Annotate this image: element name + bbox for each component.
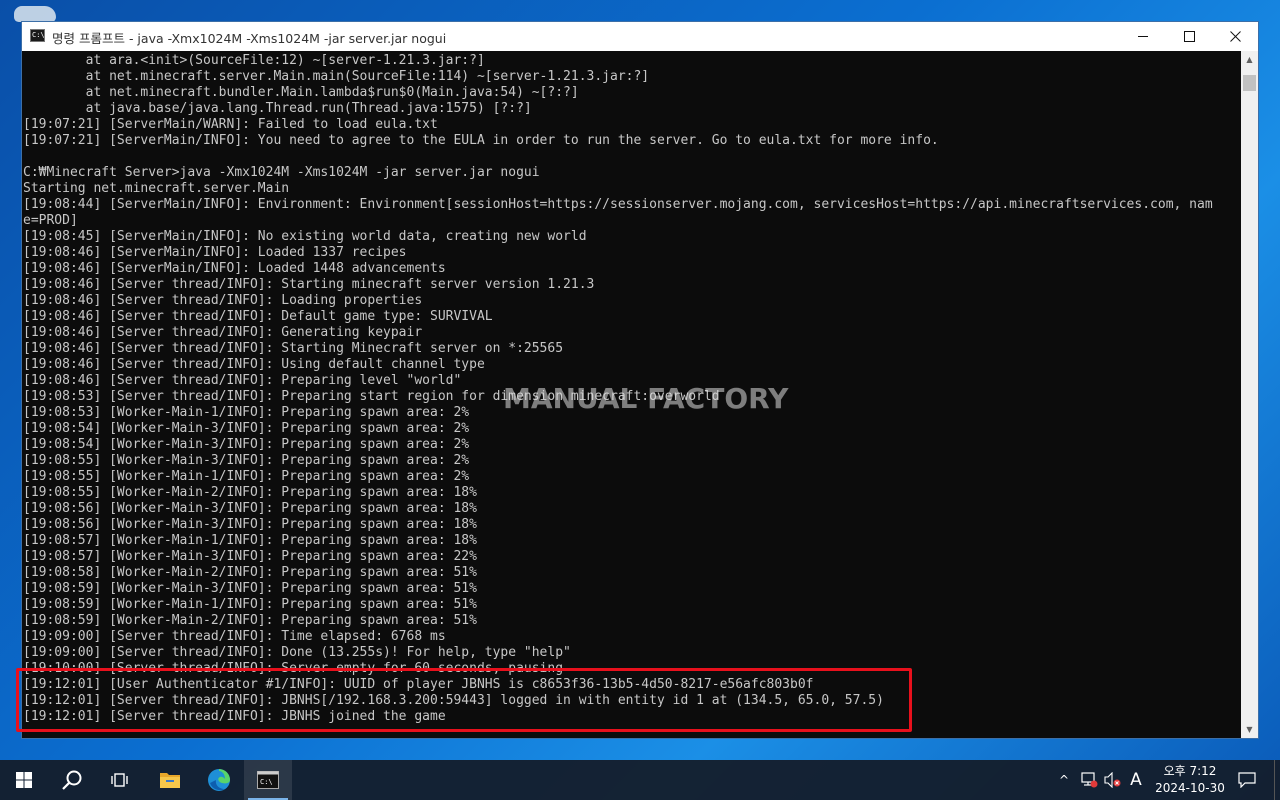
search-button[interactable] bbox=[48, 760, 96, 800]
watermark: MANUAL FACTORY bbox=[503, 382, 789, 415]
clock[interactable]: 오후 7:12 2024-10-30 bbox=[1150, 763, 1230, 797]
console-line: [19:08:57] [Worker-Main-3/INFO]: Prepari… bbox=[23, 549, 477, 564]
svg-text:C:\: C:\ bbox=[260, 778, 273, 786]
volume-button[interactable] bbox=[1102, 760, 1124, 800]
console-line: [19:08:46] [Server thread/INFO]: Loading… bbox=[23, 293, 423, 308]
command-prompt-window[interactable]: C:\ 명령 프롬프트 - java -Xmx1024M -Xms1024M -… bbox=[21, 21, 1259, 739]
console-line: [19:08:45] [ServerMain/INFO]: No existin… bbox=[23, 229, 587, 244]
console-line: [19:08:46] [Server thread/INFO]: Using d… bbox=[23, 357, 485, 372]
console-line: [19:08:44] [ServerMain/INFO]: Environmen… bbox=[23, 197, 1213, 212]
ime-indicator: A bbox=[1130, 770, 1142, 790]
scroll-up-arrow-icon[interactable]: ▲ bbox=[1241, 51, 1258, 68]
console-line: [19:07:21] [ServerMain/WARN]: Failed to … bbox=[23, 117, 438, 132]
maximize-button[interactable] bbox=[1166, 22, 1212, 51]
console-line: [19:08:59] [Worker-Main-3/INFO]: Prepari… bbox=[23, 581, 477, 596]
cmd-icon: C:\ bbox=[30, 29, 45, 42]
console-line: [19:08:58] [Worker-Main-2/INFO]: Prepari… bbox=[23, 565, 477, 580]
console-line: [19:08:56] [Worker-Main-3/INFO]: Prepari… bbox=[23, 501, 477, 516]
console-line: e=PROD] bbox=[23, 213, 78, 228]
scroll-thumb[interactable] bbox=[1243, 75, 1256, 91]
taskbar: C:\ ^ A 오후 7:12 2024-10-30 bbox=[0, 760, 1280, 800]
console-line: C:₩Minecraft Server>java -Xmx1024M -Xms1… bbox=[23, 165, 540, 180]
console-line: [19:08:46] [Server thread/INFO]: Default… bbox=[23, 309, 493, 324]
task-view-icon bbox=[111, 773, 128, 787]
input-method-button[interactable]: A bbox=[1126, 760, 1146, 800]
console-line: at ara.<init>(SourceFile:12) ~[server-1.… bbox=[23, 53, 485, 68]
minimize-icon bbox=[1138, 36, 1148, 37]
edge-icon bbox=[208, 769, 230, 791]
console-line: [19:08:46] [ServerMain/INFO]: Loaded 133… bbox=[23, 245, 407, 260]
edge-browser-button[interactable] bbox=[195, 760, 243, 800]
window-title: 명령 프롬프트 - java -Xmx1024M -Xms1024M -jar … bbox=[52, 31, 447, 46]
file-explorer-button[interactable] bbox=[146, 760, 194, 800]
network-status-button[interactable] bbox=[1078, 760, 1100, 800]
console-line: [19:08:56] [Worker-Main-3/INFO]: Prepari… bbox=[23, 517, 477, 532]
command-prompt-taskbar-button[interactable]: C:\ bbox=[244, 760, 292, 800]
task-view-button[interactable] bbox=[96, 760, 144, 800]
console-line: [19:08:55] [Worker-Main-2/INFO]: Prepari… bbox=[23, 485, 477, 500]
chevron-up-icon: ^ bbox=[1058, 773, 1070, 787]
notification-icon bbox=[1238, 772, 1256, 788]
close-button[interactable] bbox=[1212, 22, 1258, 51]
file-explorer-icon bbox=[160, 773, 180, 788]
vertical-scrollbar[interactable]: ▲ ▼ bbox=[1241, 51, 1258, 738]
cmd-icon: C:\ bbox=[257, 771, 279, 789]
console-line: [19:09:00] [Server thread/INFO]: Time el… bbox=[23, 629, 446, 644]
highlight-annotation-box bbox=[16, 668, 912, 732]
show-desktop-button[interactable] bbox=[1274, 760, 1280, 800]
console-line: at net.minecraft.server.Main.main(Source… bbox=[23, 69, 650, 84]
show-hidden-icons-button[interactable]: ^ bbox=[1054, 760, 1074, 800]
volume-muted-icon bbox=[1104, 772, 1121, 788]
action-center-button[interactable] bbox=[1234, 760, 1260, 800]
console-line: [19:08:46] [ServerMain/INFO]: Loaded 144… bbox=[23, 261, 446, 276]
console-line: [19:08:59] [Worker-Main-1/INFO]: Prepari… bbox=[23, 597, 477, 612]
desktop-icon[interactable] bbox=[14, 6, 56, 22]
clock-time: 오후 7:12 bbox=[1163, 764, 1217, 778]
console-line: at net.minecraft.bundler.Main.lambda$run… bbox=[23, 85, 579, 100]
console-line: [19:08:59] [Worker-Main-2/INFO]: Prepari… bbox=[23, 613, 477, 628]
scroll-down-arrow-icon[interactable]: ▼ bbox=[1241, 721, 1258, 738]
console-line: [19:08:54] [Worker-Main-3/INFO]: Prepari… bbox=[23, 421, 470, 436]
title-bar[interactable]: C:\ 명령 프롬프트 - java -Xmx1024M -Xms1024M -… bbox=[22, 22, 1258, 51]
close-icon bbox=[1229, 31, 1241, 42]
console-line: [19:08:46] [Server thread/INFO]: Startin… bbox=[23, 341, 564, 356]
console-line: Starting net.minecraft.server.Main bbox=[23, 181, 290, 196]
clock-date: 2024-10-30 bbox=[1155, 781, 1225, 795]
minimize-button[interactable] bbox=[1120, 22, 1166, 51]
console-line: [19:08:55] [Worker-Main-3/INFO]: Prepari… bbox=[23, 453, 470, 468]
console-line: [19:08:54] [Worker-Main-3/INFO]: Prepari… bbox=[23, 437, 470, 452]
start-icon bbox=[16, 772, 32, 788]
console-line: [19:08:46] [Server thread/INFO]: Generat… bbox=[23, 325, 423, 340]
console-line: at java.base/java.lang.Thread.run(Thread… bbox=[23, 101, 532, 116]
maximize-icon bbox=[1183, 31, 1195, 42]
console-line: [19:08:46] [Server thread/INFO]: Startin… bbox=[23, 277, 595, 292]
console-line: [19:07:21] [ServerMain/INFO]: You need t… bbox=[23, 133, 939, 148]
start-button[interactable] bbox=[0, 760, 48, 800]
network-icon bbox=[1081, 772, 1098, 788]
search-icon bbox=[62, 770, 82, 790]
console-line: [19:08:55] [Worker-Main-1/INFO]: Prepari… bbox=[23, 469, 470, 484]
console-line: [19:09:00] [Server thread/INFO]: Done (1… bbox=[23, 645, 571, 660]
console-line: [19:08:57] [Worker-Main-1/INFO]: Prepari… bbox=[23, 533, 477, 548]
